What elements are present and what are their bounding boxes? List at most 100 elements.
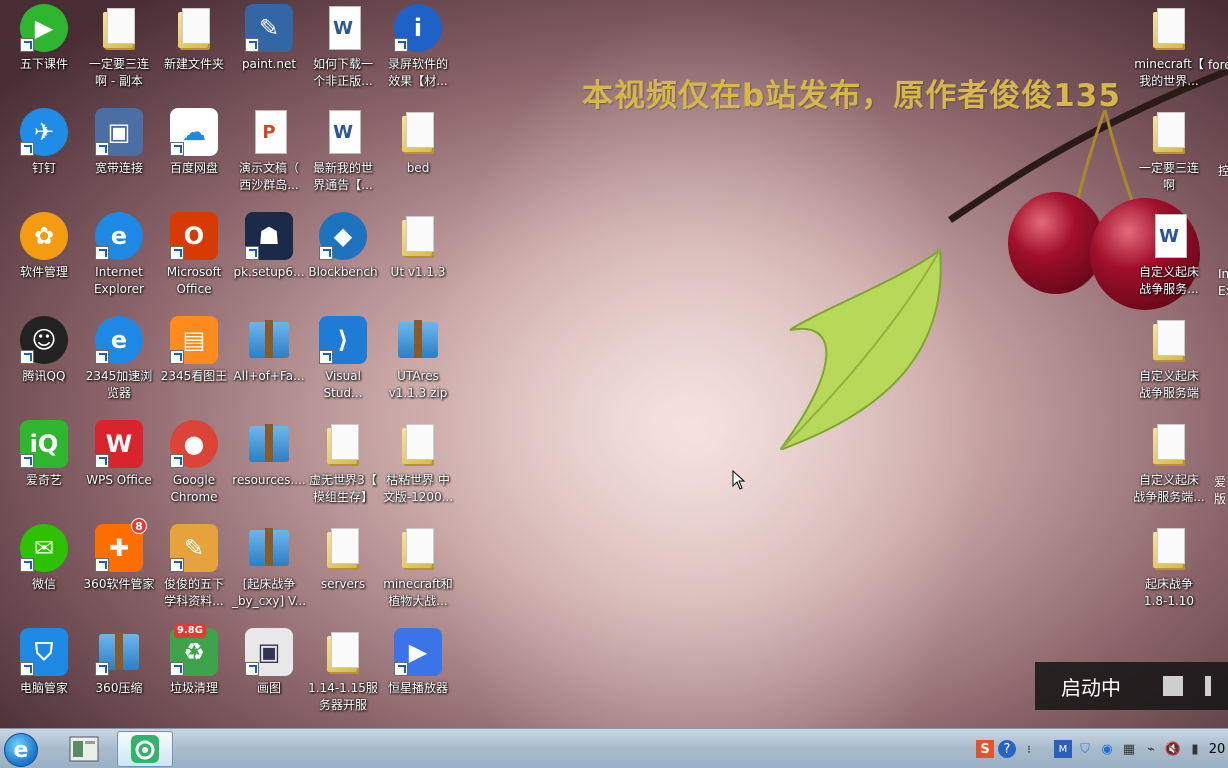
desktop-icon-14[interactable]: O Microsoft Office (154, 212, 234, 312)
shortcut-arrow-icon (20, 142, 34, 156)
desktop-icon-38[interactable]: ♻ 9.8G 垃圾清理 (154, 624, 234, 728)
desktop-icon-12[interactable]: ✿ 软件管理 (4, 212, 84, 312)
taskbar-item-recorder[interactable] (117, 731, 173, 767)
edge-label-2[interactable]: 控 (1218, 162, 1228, 179)
security-icon[interactable]: ◉ (1098, 740, 1116, 758)
desktop-icon-0-icon: ▶ (20, 4, 68, 52)
icon-label: pk.setup6... (233, 265, 305, 279)
icon-label: minecraft和 植物大战... (383, 577, 453, 608)
desktop-icon-35[interactable]: minecraft和 植物大战... (378, 524, 458, 624)
icon-label: Internet Explorer (94, 265, 144, 296)
desktop-icon-13[interactable]: e Internet Explorer (79, 212, 159, 312)
desktop-icon-28[interactable]: 虚无世界3【 模组生存】 (303, 420, 383, 520)
desktop-icon-23[interactable]: UTAres v1.1.3.zip (378, 316, 458, 416)
icon-label: 垃圾清理 (169, 681, 218, 695)
desktop-icon-34[interactable]: servers (303, 524, 383, 624)
desktop-icon-1[interactable]: 一定要三连 啊 - 副本 (79, 4, 159, 104)
right-desktop-icon-1[interactable]: 一定要三连 啊 (1129, 108, 1209, 208)
desktop-icon-18[interactable]: ☺ 腾讯QQ (4, 316, 84, 416)
icon-label: 最新我的世 界通告【... (312, 161, 373, 192)
start-button[interactable]: e (4, 733, 38, 767)
icon-label: 软件管理 (19, 265, 68, 279)
desktop-icon-41[interactable]: ▶ 恒星播放器 (378, 628, 458, 728)
desktop-icon-9[interactable]: P 演示文稿（ 西沙群岛... (229, 108, 309, 208)
desktop-icon-10[interactable]: W 最新我的世 界通告【... (303, 108, 383, 208)
shield-icon[interactable]: ⛉ (1076, 740, 1094, 758)
desktop-icon-6[interactable]: ✈ 钉钉 (4, 108, 84, 208)
network-icon[interactable]: ▦ (1120, 740, 1138, 758)
desktop-icon-36[interactable]: ⛉ 电脑管家 (4, 628, 84, 728)
desktop-icon-11[interactable]: bed (378, 108, 458, 208)
desktop-icon-31[interactable]: ✚ 8 360软件管家 (79, 518, 159, 624)
icon-label: 360压缩 (95, 681, 143, 695)
desktop-icon-40-icon (319, 628, 367, 676)
desktop-icon-26-icon: ● (170, 420, 218, 468)
shortcut-arrow-icon (20, 558, 34, 572)
signal-icon[interactable]: ▮ (1186, 740, 1204, 758)
volume-muted-icon[interactable]: 🔇 (1164, 740, 1182, 758)
desktop-icon-0[interactable]: ▶ 五下课件 (4, 4, 84, 104)
icon-label: 如何下载一 个非正版... (312, 57, 373, 88)
desktop-icon-22[interactable]: ⟩ Visual Stud... (303, 316, 383, 416)
help-icon[interactable]: ? (998, 740, 1016, 758)
desktop-icon-27[interactable]: resources.... (229, 420, 309, 520)
desktop-icon-40[interactable]: 1.14-1.15服 务器开服 (303, 628, 383, 728)
desktop-icon-4[interactable]: W 如何下载一 个非正版... (303, 4, 383, 104)
desktop-icon-29[interactable]: 枯粘世界 中 文版-1200... (378, 420, 458, 520)
desktop-icon-25[interactable]: W WPS Office (79, 420, 159, 520)
desktop-icon-5[interactable]: i 录屏软件的 效果【材... (378, 4, 458, 104)
desktop-icon-35-icon (394, 524, 442, 572)
desktop-icon-21[interactable]: All+of+Fa... (229, 316, 309, 416)
desktop-icon-22-icon: ⟩ (319, 316, 367, 364)
shortcut-arrow-icon (95, 350, 109, 364)
right-desktop-icon-5-icon (1145, 524, 1193, 572)
right-desktop-icon-5[interactable]: 起床战争 1.8-1.10 (1129, 524, 1209, 624)
input-mode-icon[interactable]: ⁝ (1020, 740, 1038, 758)
desktop-icon-21-icon (245, 316, 293, 364)
icon-label: 百度网盘 (169, 161, 218, 175)
taskbar-item-explorer[interactable] (56, 731, 112, 767)
desktop-icon-3[interactable]: ✎ paint.net (229, 4, 309, 104)
desktop-icon-30[interactable]: ✉ 微信 (4, 524, 84, 624)
icon-label: Visual Stud... (323, 369, 363, 400)
icon-label: 恒星播放器 (387, 681, 448, 695)
desktop-icon-20[interactable]: ▤ 2345看图王 (154, 316, 234, 416)
desktop-icon-7[interactable]: ▣ 宽带连接 (79, 108, 159, 208)
right-desktop-icon-0[interactable]: minecraft【 我的世界... (1129, 4, 1209, 104)
shortcut-arrow-icon (245, 662, 259, 676)
desktop-icon-32[interactable]: ✎ 俊俊的五下 学科资料... (154, 524, 234, 624)
desktop-icon-19[interactable]: e 2345加速浏 览器 (79, 316, 159, 416)
desktop-icon-33[interactable]: [起床战争 _by_cxy] V... (229, 524, 309, 624)
desktop-icon-2[interactable]: 新建文件夹 (154, 4, 234, 104)
right-desktop-icon-2[interactable]: W 自定义起床 战争服务... (1129, 212, 1209, 312)
desktop-icon-39[interactable]: ▣ 画图 (229, 628, 309, 728)
icon-label: 起床战争 1.8-1.10 (1143, 577, 1195, 608)
icon-label: 自定义起床 战争服务端 (1138, 369, 1199, 400)
desktop-icon-41-icon: ▶ (394, 628, 442, 676)
desktop-icon-12-icon: ✿ (20, 212, 68, 260)
desktop-icon-16[interactable]: ◆ Blockbench (303, 212, 383, 312)
sogou-ime-icon[interactable]: S (976, 740, 994, 758)
clock[interactable]: 20 (1208, 740, 1226, 758)
desktop-icon-24[interactable]: iQ 爱奇艺 (4, 420, 84, 520)
tray-app-icon[interactable]: M (1054, 740, 1072, 758)
right-desktop-icon-3[interactable]: 自定义起床 战争服务端 (1129, 316, 1209, 416)
desktop-icon-26[interactable]: ● Google Chrome (154, 420, 234, 520)
desktop-icon-17[interactable]: Ut v1.1.3 (378, 212, 458, 312)
right-desktop-icon-4[interactable]: 自定义起床 战争服务端... (1129, 420, 1209, 520)
right-desktop-icon-0-icon (1145, 4, 1193, 52)
edge-label-3[interactable]: In Ex (1218, 266, 1228, 300)
pause-icon[interactable] (1205, 676, 1211, 696)
edge-label-4[interactable]: 爱 版 (1214, 474, 1226, 508)
desktop-icon-15[interactable]: ☗ pk.setup6... (229, 212, 309, 312)
shortcut-arrow-icon (170, 142, 184, 156)
shortcut-arrow-icon (394, 662, 408, 676)
icon-label: 360软件管家 (83, 577, 155, 591)
desktop-icon-8[interactable]: ☁ 百度网盘 (154, 108, 234, 208)
edge-label-fore[interactable]: fore (1208, 58, 1228, 72)
stop-icon[interactable] (1163, 676, 1183, 696)
shortcut-arrow-icon (95, 142, 109, 156)
power-icon[interactable]: ⌁ (1142, 740, 1160, 758)
desktop-icon-37[interactable]: 360压缩 (79, 628, 159, 728)
icon-label: 电脑管家 (19, 681, 68, 695)
